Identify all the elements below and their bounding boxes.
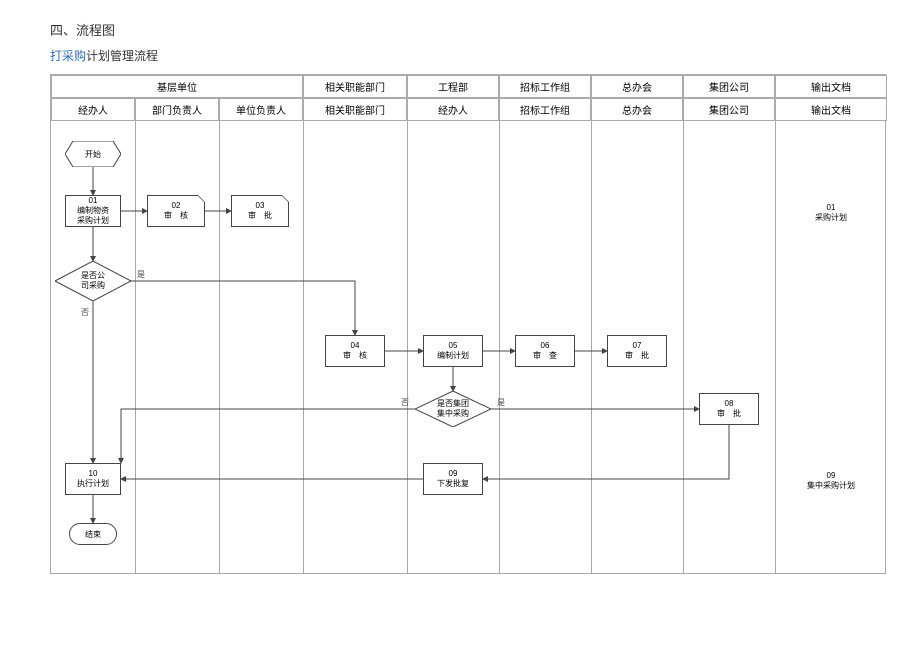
flow-title-rest: 计划管理流程 [86,49,158,63]
doc-01: 01 采购计划 [799,195,863,231]
node-10: 10 执行计划 [65,463,121,495]
node-05: 05 编制计划 [423,335,483,367]
decision-company-purchase: 是否公 司采购 [55,261,131,301]
decision-group-centralized: 是否集团 集中采购 [415,391,491,427]
fold-corner-icon [281,195,289,203]
node-start: 开始 [65,141,121,167]
node-04: 04 审 核 [325,335,385,367]
node-03: 03 审 批 [231,195,289,227]
node-08: 08 审 批 [699,393,759,425]
node-07: 07 审 批 [607,335,667,367]
label-no-2: 否 [401,397,409,408]
label-no-1: 否 [81,307,89,318]
label-yes-1: 是 [137,269,145,280]
node-01: 01 编制物资 采购计划 [65,195,121,227]
node-09: 09 下发批复 [423,463,483,495]
label-yes-2: 是 [497,397,505,408]
node-02: 02 审 核 [147,195,205,227]
flow-title-link[interactable]: 打采购 [50,49,86,63]
doc-09: 09 集中采购计划 [799,463,863,499]
node-end: 结束 [69,523,117,545]
connectors-svg [51,75,887,575]
fold-corner-icon [197,195,205,203]
flowchart-container: 基层单位 相关职能部门 工程部 招标工作组 总办会 集团公司 输出文档 经办人 … [50,74,886,574]
flow-title: 打采购计划管理流程 [50,47,870,64]
node-06: 06 审 查 [515,335,575,367]
section-heading: 四、流程图 [50,20,870,39]
